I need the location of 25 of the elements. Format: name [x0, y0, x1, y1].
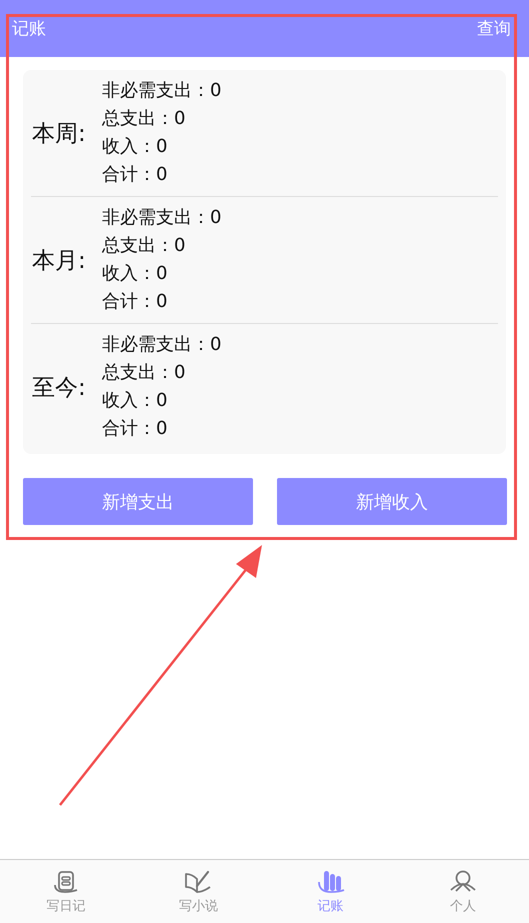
nav-tab[interactable]: 个人 [396, 860, 529, 923]
query-link[interactable]: 查询 [477, 17, 511, 40]
nav-tab[interactable]: 记账 [264, 860, 397, 923]
add-button[interactable]: 新增支出 [23, 478, 253, 525]
stat-line: 总支出：0 [102, 234, 186, 258]
nav-tab[interactable]: 写日记 [0, 860, 132, 923]
add-button[interactable]: 新增收入 [277, 478, 507, 525]
stat-line: 合计：0 [102, 290, 168, 314]
stat-line: 总支出：0 [102, 361, 186, 385]
stat-line: 非必需支出：0 [102, 206, 222, 230]
page-title: 记账 [12, 18, 46, 40]
stat-line: 收入：0 [102, 262, 168, 286]
stat-line: 非必需支出：0 [102, 333, 222, 357]
stat-line: 合计：0 [102, 417, 168, 441]
bar-chart-icon [316, 868, 346, 895]
stat-line: 收入：0 [102, 135, 168, 159]
stat-line: 非必需支出：0 [102, 79, 222, 103]
stat-line: 合计：0 [102, 163, 168, 187]
period-label: 本周: [31, 120, 87, 148]
stat-line: 总支出：0 [102, 107, 186, 131]
period-label: 本月: [31, 246, 87, 276]
stat-line: 收入：0 [102, 389, 168, 413]
nav-tab[interactable]: 写小说 [132, 860, 264, 923]
book-pen-icon [183, 868, 214, 895]
period-label: 至今: [31, 374, 87, 402]
